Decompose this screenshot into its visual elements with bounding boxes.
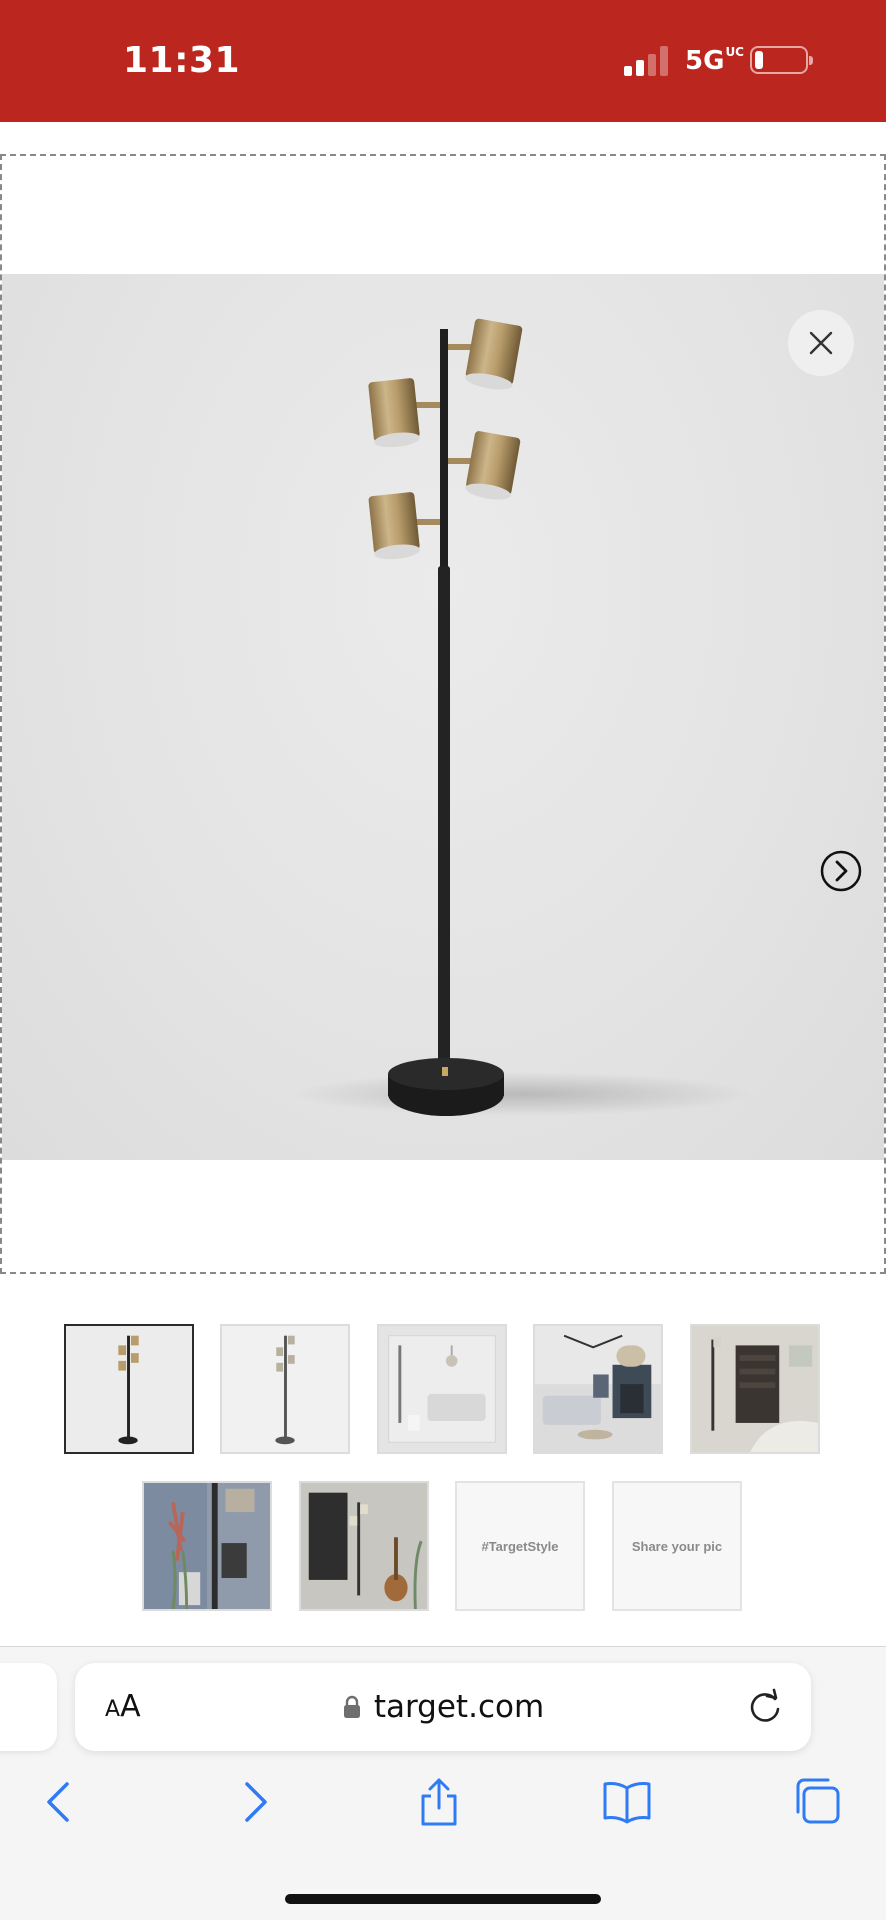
tabs-icon[interactable] — [790, 1776, 842, 1828]
chevron-right-circle-icon — [820, 850, 862, 892]
battery-level — [755, 51, 763, 69]
book-icon[interactable] — [601, 1776, 653, 1828]
thumbnail-target-style[interactable]: #TargetStyle — [455, 1481, 585, 1611]
close-button[interactable] — [788, 310, 854, 376]
home-indicator — [285, 1894, 601, 1904]
status-time: 11:31 — [123, 40, 241, 81]
thumbnail-2[interactable] — [220, 1324, 350, 1454]
thumbnail-bedroom — [692, 1326, 818, 1452]
thumbnail-4[interactable] — [533, 1324, 663, 1454]
address-bar[interactable]: AA target.com — [75, 1663, 811, 1751]
lock-icon — [343, 1695, 360, 1718]
status-bar: 11:31 5GUC — [0, 0, 886, 122]
chevron-right-icon[interactable] — [228, 1776, 280, 1828]
thumbnail-3[interactable] — [377, 1324, 507, 1454]
thumbnail-1[interactable] — [64, 1324, 194, 1454]
chevron-left-icon[interactable] — [34, 1776, 86, 1828]
network-type: 5GUC — [685, 45, 744, 76]
floor-lamp-image — [292, 318, 752, 1116]
previous-tab-preview[interactable] — [0, 1663, 57, 1751]
thumbnail-7[interactable] — [299, 1481, 429, 1611]
network-badge: UC — [725, 45, 744, 59]
url-display[interactable]: target.com — [75, 1689, 811, 1725]
thumbnail-lamp-angle — [222, 1326, 348, 1452]
share-icon[interactable] — [413, 1776, 465, 1828]
thumbnail-lamp-closeup — [144, 1483, 270, 1609]
network-label: 5G — [685, 46, 725, 76]
reload-icon[interactable] — [745, 1687, 785, 1727]
thumbnail-share-your-pic-label: Share your pic — [631, 1538, 723, 1554]
product-main-image[interactable] — [2, 274, 884, 1160]
thumbnail-target-style-label: #TargetStyle — [481, 1538, 559, 1554]
thumbnail-6[interactable] — [142, 1481, 272, 1611]
thumbnail-lamp-guitar — [301, 1483, 427, 1609]
thumbnail-lamp-front — [66, 1326, 192, 1452]
thumbnail-5[interactable] — [690, 1324, 820, 1454]
close-icon — [809, 331, 833, 355]
signal-strength-icon — [624, 46, 670, 76]
url-text: target.com — [373, 1689, 545, 1725]
battery-icon — [750, 46, 813, 74]
thumbnail-living-room-fireplace — [535, 1326, 661, 1452]
next-image-button[interactable] — [820, 850, 862, 892]
product-image-gallery — [0, 154, 886, 1274]
thumbnail-share-your-pic[interactable]: Share your pic — [612, 1481, 742, 1611]
thumbnail-living-room-white — [379, 1326, 505, 1452]
